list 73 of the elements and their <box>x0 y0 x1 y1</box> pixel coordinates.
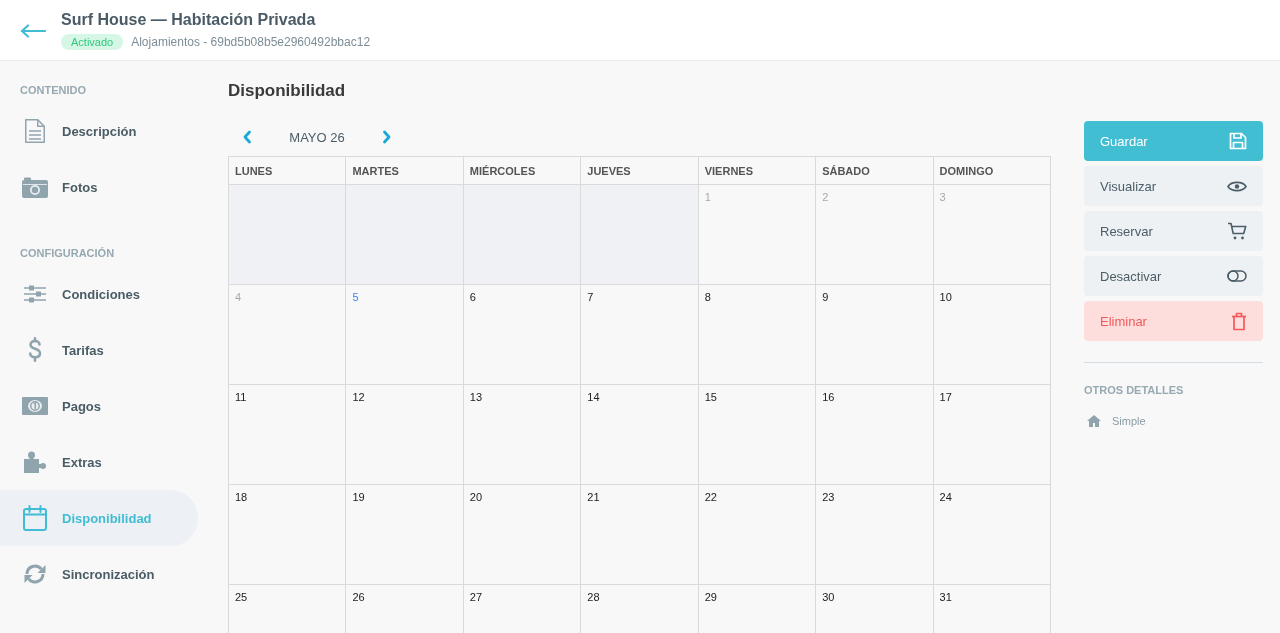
day-number: 10 <box>939 291 952 303</box>
nav-item[interactable]: Descripción <box>0 103 198 159</box>
nav-item[interactable]: Sincronización <box>0 546 198 602</box>
section-label: OTROS DETALLES <box>1084 383 1184 397</box>
day-number: 8 <box>704 291 711 303</box>
day-number: 18 <box>235 491 248 503</box>
day-number: 17 <box>939 391 952 403</box>
section-label: CONTENIDO <box>20 83 86 97</box>
calendar-icon <box>23 505 47 531</box>
weekday-header: LUNES <box>229 157 346 184</box>
day-number: 26 <box>352 591 365 603</box>
home-icon <box>1087 415 1101 427</box>
day-number: 15 <box>704 391 717 403</box>
day-number: 16 <box>822 391 835 403</box>
day-number: 3 <box>939 191 946 203</box>
weekday-header: SÁBADO <box>816 157 933 184</box>
day-number: 25 <box>235 591 248 603</box>
day-number: 20 <box>469 491 483 503</box>
day-number: 1 <box>704 191 711 203</box>
day-number: 19 <box>352 491 365 503</box>
document-icon <box>24 118 46 144</box>
dollar-icon <box>28 337 42 363</box>
day-number: 31 <box>939 591 952 603</box>
day-number: 29 <box>704 591 717 603</box>
deactivate-button[interactable]: Desactivar <box>1084 256 1263 296</box>
weekday-header: VIERNES <box>698 157 816 184</box>
nav-item[interactable]: Condiciones <box>0 266 198 322</box>
day-number: 6 <box>469 291 476 303</box>
reserve-button[interactable]: Reservar <box>1084 211 1263 251</box>
day-number: 23 <box>822 491 835 503</box>
puzzle-icon <box>23 450 47 474</box>
cart-icon <box>1227 222 1247 240</box>
preview-button[interactable]: Visualizar <box>1084 166 1263 206</box>
chevron-left-icon[interactable] <box>242 130 252 144</box>
day-number: 4 <box>235 291 242 303</box>
sliders-icon <box>24 285 46 303</box>
toggle-icon <box>1227 270 1247 282</box>
eye-icon <box>1227 179 1247 193</box>
nav-item[interactable]: Tarifas <box>0 322 198 378</box>
weekday-header: MIÉRCOLES <box>463 157 581 184</box>
day-number: 12 <box>352 391 365 403</box>
breadcrumb-text: Alojamientos - 69bd5b08b5e2960492bbac12 <box>131 34 371 50</box>
weekday-header: MARTES <box>346 157 463 184</box>
chevron-right-icon[interactable] <box>382 130 392 144</box>
day-number: 5 <box>352 291 359 303</box>
day-number: 30 <box>822 591 835 603</box>
day-number: 28 <box>587 591 600 603</box>
day-number: 9 <box>822 291 829 303</box>
section-title: Disponibilidad <box>228 81 346 101</box>
day-number: 14 <box>587 391 600 403</box>
day-number: 27 <box>469 591 483 603</box>
day-number: 13 <box>469 391 483 403</box>
banknote-icon <box>22 397 48 415</box>
nav-item[interactable]: Fotos <box>0 159 198 215</box>
nav-item[interactable]: Pagos <box>0 378 198 434</box>
detail-text: Simple <box>1112 414 1146 428</box>
camera-icon <box>22 176 48 198</box>
page-title: Surf House — Habitación Privada <box>61 10 316 30</box>
day-number: 7 <box>587 291 594 303</box>
status-badge: Activado <box>61 34 124 50</box>
weekday-header: DOMINGO <box>933 157 1050 184</box>
day-number: 24 <box>939 491 952 503</box>
section-label: CONFIGURACIÓN <box>20 246 115 260</box>
month-label: MAYO 26 <box>289 129 345 145</box>
day-number: 21 <box>587 491 600 503</box>
refresh-icon <box>23 562 47 586</box>
day-number: 22 <box>704 491 717 503</box>
back-arrow-icon[interactable] <box>20 24 46 38</box>
trash-icon <box>1231 311 1247 331</box>
day-number: 11 <box>235 391 247 403</box>
day-number: 2 <box>822 191 829 203</box>
weekday-header: JUEVES <box>581 157 698 184</box>
nav-item[interactable]: Extras <box>0 434 198 490</box>
